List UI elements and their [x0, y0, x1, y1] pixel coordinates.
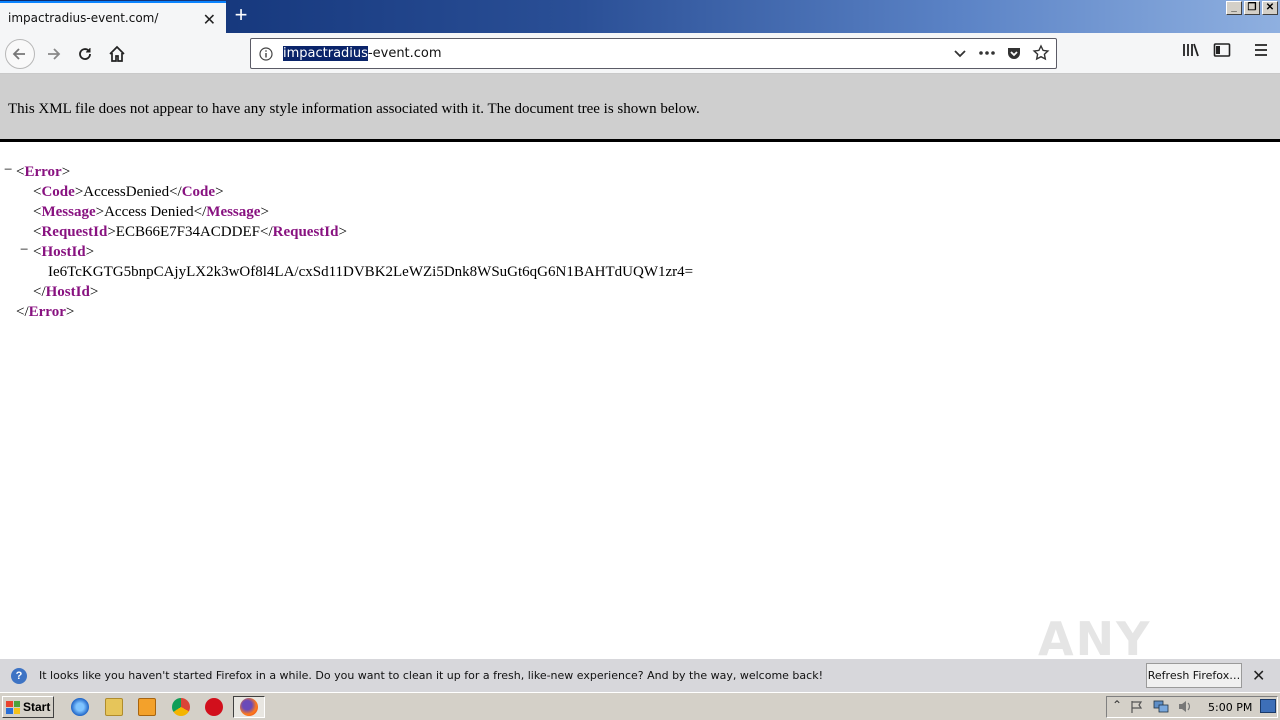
reload-button[interactable]: [70, 39, 100, 69]
clock[interactable]: 5:00 PM: [1208, 701, 1252, 714]
more-actions-icon[interactable]: [978, 45, 996, 61]
firefox-taskbar-button[interactable]: [233, 696, 265, 718]
requestid-tag-open: RequestId: [41, 224, 108, 240]
url-text[interactable]: impactradius-event.com: [283, 46, 442, 61]
back-button[interactable]: [5, 39, 35, 69]
sidebar-toggle-icon[interactable]: [1213, 42, 1231, 58]
action-center-flag-icon[interactable]: [1130, 700, 1144, 714]
message-tag-open: Message: [41, 204, 96, 220]
navigation-bar: impactradius-event.com: [0, 33, 1280, 74]
requestid-value: ECB66E7F34ACDDEF: [115, 224, 260, 240]
notification-text: It looks like you haven't started Firefo…: [39, 669, 823, 682]
reload-icon: [79, 48, 91, 60]
error-tag: Error: [24, 164, 62, 180]
show-desktop-icon[interactable]: [1260, 699, 1276, 713]
xml-error-open: <Error>: [16, 164, 71, 180]
back-arrow-icon: [12, 48, 25, 60]
message-value: Access Denied: [104, 204, 194, 220]
windows-logo-icon: [6, 700, 20, 714]
refresh-firefox-button[interactable]: Refresh Firefox…: [1146, 663, 1242, 688]
xml-info-text: This XML file does not appear to have an…: [8, 101, 700, 117]
xml-info-banner: This XML file does not appear to have an…: [0, 74, 1280, 142]
xml-message-line: <Message>Access Denied</Message>: [33, 204, 269, 220]
chrome-icon[interactable]: [172, 698, 190, 716]
start-button[interactable]: Start: [2, 696, 54, 718]
close-window-button[interactable]: ✕: [1262, 1, 1278, 15]
title-bar: impactradius-event.com/ ✕ + _ ❐ ✕: [0, 0, 1280, 33]
code-tag-open: Code: [41, 184, 75, 200]
error-tag-close: Error: [28, 304, 66, 320]
collapse-hostid-toggle[interactable]: −: [20, 242, 28, 259]
xml-code-line: <Code>AccessDenied</Code>: [33, 184, 224, 200]
internet-explorer-icon[interactable]: [71, 698, 89, 716]
tab-close-icon[interactable]: ✕: [203, 10, 216, 30]
code-tag-close: Code: [181, 184, 216, 200]
tray-expand-icon[interactable]: ⌃: [1112, 698, 1122, 712]
chevron-down-icon[interactable]: [952, 45, 968, 61]
url-selected-text: impactradius: [283, 46, 368, 61]
pocket-icon[interactable]: [1006, 45, 1022, 61]
code-value: AccessDenied: [83, 184, 170, 200]
site-info-icon[interactable]: [251, 46, 281, 61]
opera-icon[interactable]: [205, 698, 223, 716]
url-rest-text: -event.com: [367, 46, 442, 61]
forward-arrow-icon: [48, 48, 61, 60]
requestid-tag-close: RequestId: [272, 224, 339, 240]
bookmark-star-icon[interactable]: [1032, 44, 1050, 62]
menu-icon[interactable]: [1253, 42, 1269, 58]
restore-button[interactable]: ❐: [1244, 1, 1260, 15]
window-controls: _ ❐ ✕: [1226, 1, 1278, 15]
forward-button[interactable]: [38, 39, 68, 69]
url-bar[interactable]: impactradius-event.com: [250, 38, 1057, 69]
notification-bar: ? It looks like you haven't started Fire…: [0, 659, 1280, 692]
home-button[interactable]: [102, 39, 132, 69]
hostid-value: Ie6TcKGTG5bnpCAjyLX2k3wOf8l4LA/cxSd11DVB…: [48, 264, 694, 280]
library-icon[interactable]: [1182, 42, 1200, 58]
xml-requestid-line: <RequestId>ECB66E7F34ACDDEF</RequestId>: [33, 224, 347, 240]
home-icon: [109, 45, 125, 62]
firefox-icon: [240, 698, 258, 716]
collapse-error-toggle[interactable]: −: [4, 162, 12, 179]
media-player-icon[interactable]: [138, 698, 156, 716]
new-tab-button[interactable]: +: [230, 4, 252, 28]
url-actions: [952, 44, 1050, 62]
question-icon: ?: [11, 668, 27, 684]
hostid-tag-close: HostId: [45, 284, 90, 300]
message-tag-close: Message: [206, 204, 261, 220]
network-icon[interactable]: [1153, 699, 1169, 714]
taskbar: Start ⌃ 5:00 PM: [0, 692, 1280, 720]
volume-icon[interactable]: [1177, 699, 1193, 714]
minimize-button[interactable]: _: [1226, 1, 1242, 15]
explorer-folder-icon[interactable]: [105, 698, 123, 716]
xml-error-close: </Error>: [16, 304, 75, 320]
tab-title: impactradius-event.com/: [8, 11, 159, 25]
browser-tab[interactable]: impactradius-event.com/ ✕: [0, 1, 226, 33]
hostid-tag-open: HostId: [41, 244, 86, 260]
notification-close-icon[interactable]: ✕: [1252, 666, 1265, 686]
xml-hostid-close: </HostId>: [33, 284, 99, 300]
start-label: Start: [23, 700, 51, 714]
xml-hostid-open: <HostId>: [33, 244, 95, 260]
